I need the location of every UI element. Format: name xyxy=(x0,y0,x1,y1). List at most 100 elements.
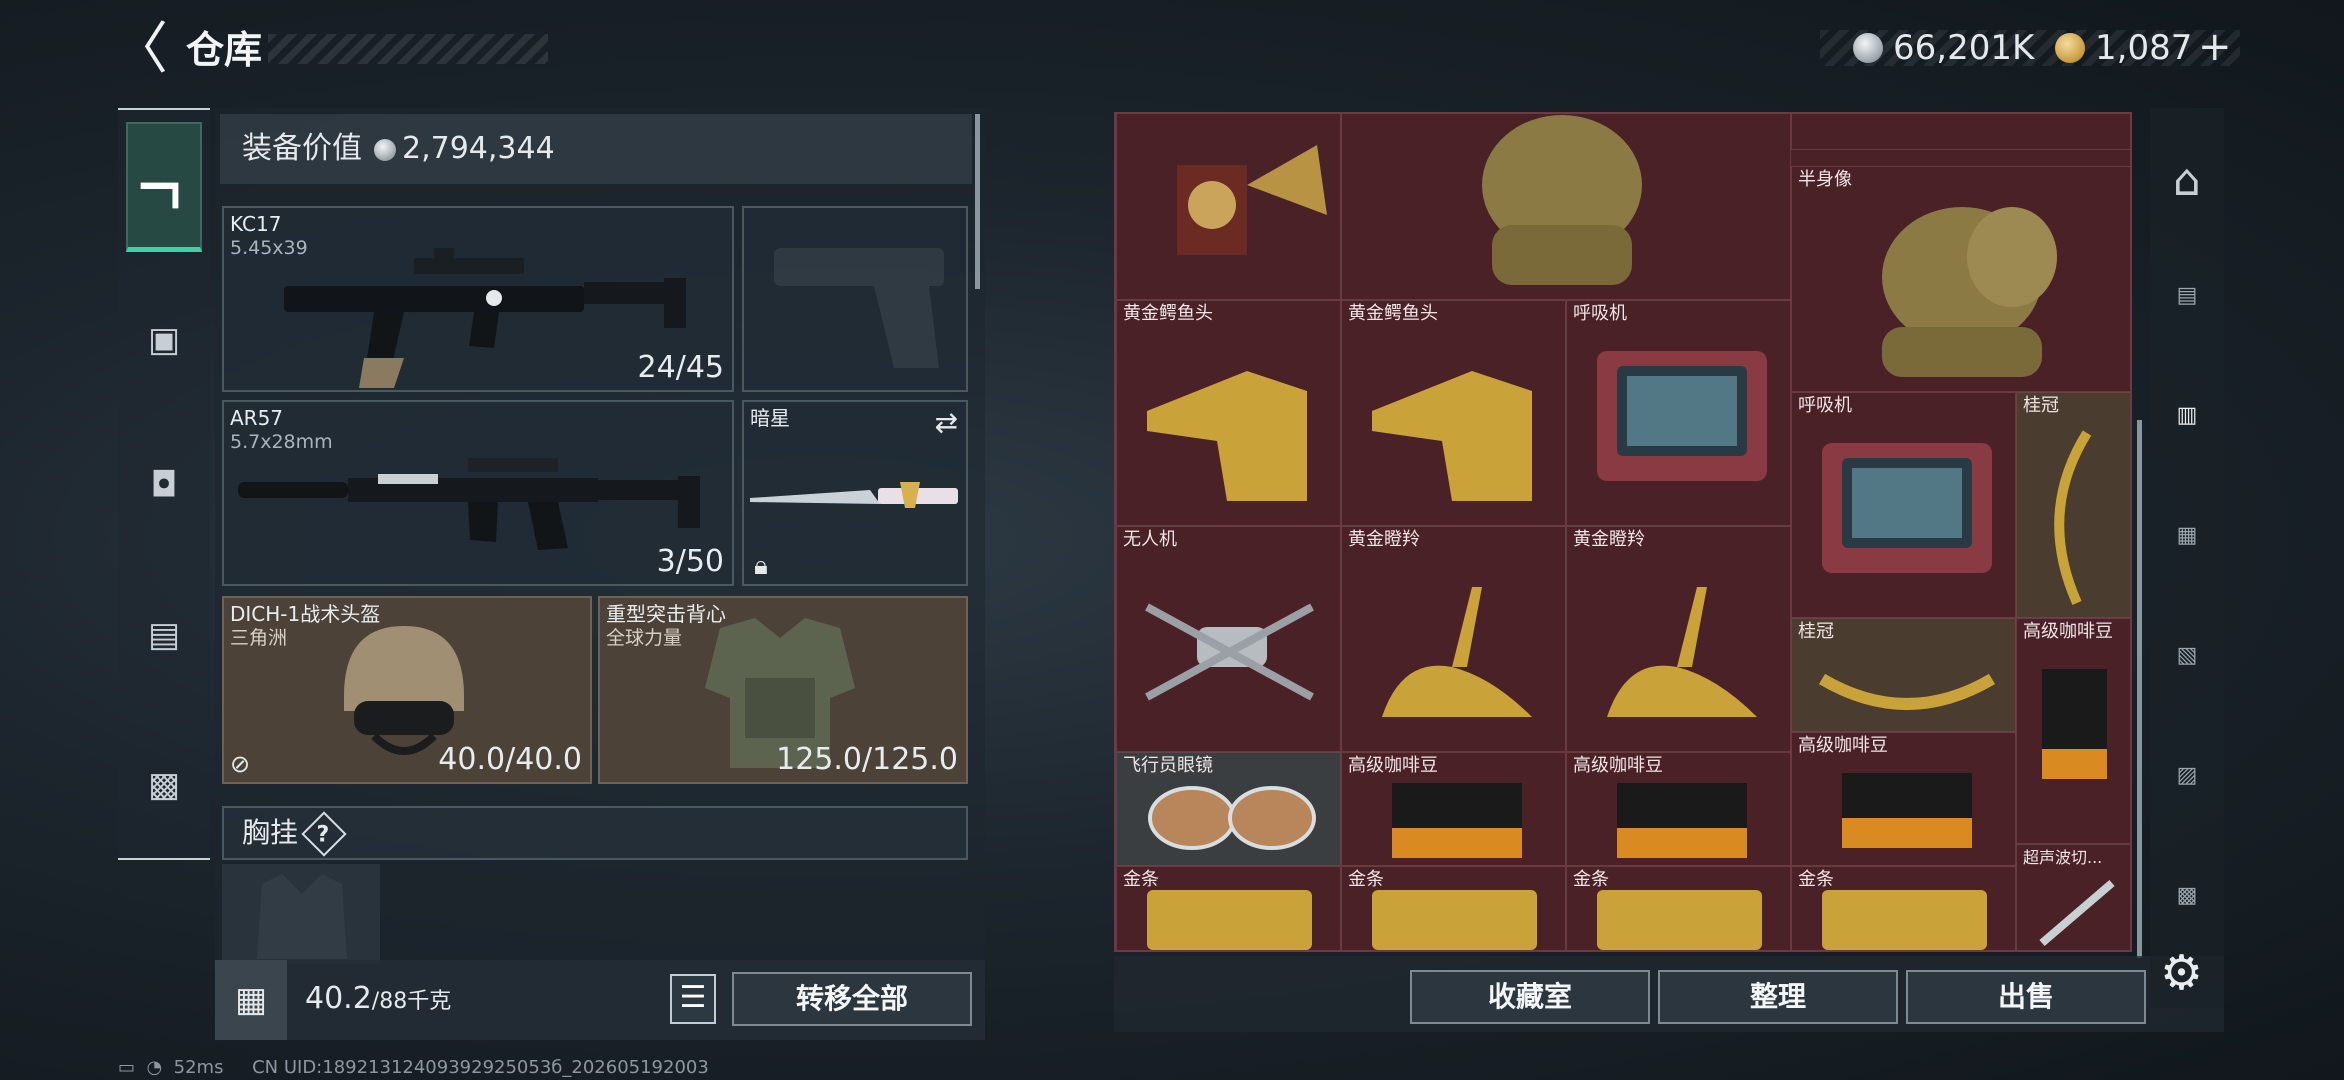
stash-item-gold-bar[interactable]: 金条 xyxy=(1341,866,1566,950)
laurel-icon xyxy=(2054,430,2092,606)
item-name: 高级咖啡豆 xyxy=(2023,621,2113,642)
item-name: 呼吸机 xyxy=(1573,303,1627,324)
ventilator-icon xyxy=(1822,443,1992,573)
stash-item-ventilator[interactable]: 呼吸机 xyxy=(1566,300,1791,526)
settings-gear-icon[interactable]: ⚙ xyxy=(2160,945,2203,1001)
weight-readout: 40.2/88千克 xyxy=(305,976,451,1025)
primary-weapon-slot[interactable]: KC17 5.45x39 24/45 xyxy=(222,206,734,392)
stash-tab-6[interactable]: ▩ xyxy=(2152,860,2222,930)
page-title: 仓库 xyxy=(186,28,263,72)
gold-bar-icon xyxy=(1147,890,1312,950)
stash-item-gold-croc-head[interactable]: 黄金鳄鱼头 xyxy=(1116,300,1341,526)
stash-scrollbar[interactable] xyxy=(2137,420,2142,958)
backpack-icon: ▣ xyxy=(147,320,181,360)
stash-grid[interactable]: 半身像 黄金鳄鱼头 黄金鳄鱼头 呼吸机 呼吸机 桂冠 无人机 黄金瞪羚 黄金瞪羚… xyxy=(1114,112,2132,952)
chest-rig-slot[interactable] xyxy=(222,864,380,964)
coffee-bag-icon xyxy=(1617,783,1747,858)
stash-item-coffee[interactable]: 高级咖啡豆 xyxy=(1791,732,2016,866)
nav-vest-tab[interactable]: ▤ xyxy=(126,570,202,700)
loadout-scrollbar[interactable] xyxy=(975,114,980,289)
nav-backpack-tab[interactable]: ▣ xyxy=(126,275,202,405)
gold-gazelle-icon xyxy=(1607,587,1757,717)
melee-name: 暗星 xyxy=(750,406,790,430)
stash-item-ventilator[interactable]: 呼吸机 xyxy=(1791,392,2016,618)
gold-bar-icon xyxy=(1822,890,1987,950)
armor-durability: 125.0/125.0 xyxy=(776,742,958,777)
stash-tab-all[interactable]: ⌂ xyxy=(2152,145,2222,215)
add-currency-button[interactable]: + xyxy=(2198,22,2232,72)
stash-tab-3[interactable]: ▦ xyxy=(2152,500,2222,570)
nav-pack-tab[interactable]: ◘ xyxy=(126,420,202,550)
stash-item-laurel-vertical[interactable]: 桂冠 xyxy=(2016,392,2130,618)
stash-item-bust-large[interactable] xyxy=(1341,114,1791,300)
swap-icon[interactable]: ⇄ xyxy=(935,406,958,439)
stash-page-icon: ▤ xyxy=(2176,282,2198,308)
stash-item-partial[interactable] xyxy=(1791,114,2130,150)
secondary-weapon-slot[interactable]: AR57 5.7x28mm 3/50 xyxy=(222,400,734,586)
nav-case-tab[interactable]: ▩ xyxy=(126,720,202,850)
sort-button[interactable]: 整理 xyxy=(1658,970,1898,1024)
stash-tab-2[interactable]: ▥ xyxy=(2152,380,2222,450)
stash-item-gold-bar[interactable]: 金条 xyxy=(1116,866,1341,950)
secondary-ammo-count: 3/50 xyxy=(656,544,724,579)
left-category-nav: ━┓ ▣ ◘ ▤ ▩ xyxy=(118,108,210,860)
coffee-bag-icon xyxy=(2042,669,2107,779)
pistol-silhouette-icon xyxy=(774,248,944,368)
title-decoration xyxy=(268,34,548,64)
secondary-weapon-name: AR57 xyxy=(230,406,284,430)
sell-button[interactable]: 出售 xyxy=(1906,970,2146,1024)
stash-item-gold-bar[interactable]: 金条 xyxy=(1566,866,1791,950)
stash-item-ultrasonic-cutter[interactable]: 超声波切... xyxy=(2016,844,2130,950)
stash-item-aviator-glasses[interactable]: 飞行员眼镜 xyxy=(1116,752,1341,866)
smg-icon xyxy=(238,458,700,550)
gold-bar-icon xyxy=(1372,890,1537,950)
help-icon[interactable]: ? xyxy=(301,811,347,857)
stash-item-gramophone[interactable] xyxy=(1116,114,1341,300)
stash-tab-1[interactable]: ▤ xyxy=(2152,260,2222,330)
gold-coin-icon xyxy=(2055,33,2085,63)
stash-item-coffee[interactable]: 高级咖啡豆 xyxy=(1341,752,1566,866)
armor-source: 全球力量 xyxy=(606,627,683,649)
pistol-slot[interactable] xyxy=(742,206,968,392)
stash-item-gold-bar[interactable]: 金条 xyxy=(1791,866,2016,950)
item-name: 超声波切... xyxy=(2023,848,2103,867)
gramophone-icon xyxy=(1177,145,1327,255)
stash-page-icon: ▥ xyxy=(2176,402,2198,428)
stash-item-coffee-vertical[interactable]: 高级咖啡豆 xyxy=(2016,618,2130,844)
item-name: 高级咖啡豆 xyxy=(1798,735,1888,756)
stash-item-laurel[interactable]: 桂冠 xyxy=(1791,618,2016,732)
list-view-button[interactable]: ☰ xyxy=(670,974,716,1024)
back-icon[interactable]: 〈 xyxy=(112,20,168,80)
lock-icon: 🔒︎ xyxy=(754,551,768,581)
no-repair-icon: ⊘ xyxy=(230,750,251,778)
transfer-all-button[interactable]: 转移全部 xyxy=(732,972,972,1026)
bust-icon xyxy=(1882,207,2057,377)
stash-item-gold-gazelle[interactable]: 黄金瞪羚 xyxy=(1566,526,1791,752)
vest-icon: ▤ xyxy=(147,615,181,655)
stash-tab-4[interactable]: ▧ xyxy=(2152,620,2222,690)
stash-item-drone[interactable]: 无人机 xyxy=(1116,526,1341,752)
stash-item-bust[interactable]: 半身像 xyxy=(1791,166,2130,392)
helmet-slot[interactable]: DICH-1战术头盔 三角洲 ⊘ 40.0/40.0 xyxy=(222,596,592,784)
item-name: 黄金鳄鱼头 xyxy=(1123,303,1213,324)
laurel-icon xyxy=(1818,673,1996,710)
stash-page-icon: ▦ xyxy=(2176,522,2198,548)
user-id: CN UID:18921312409392925053б_20260519200… xyxy=(252,1057,709,1078)
weight-current: 40.2 xyxy=(305,981,372,1016)
stash-page-icon: ▧ xyxy=(2176,642,2198,668)
item-name: 桂冠 xyxy=(2023,395,2059,416)
weight-lock-icon[interactable]: ▦ xyxy=(215,960,287,1040)
aviator-glasses-icon xyxy=(1148,786,1316,850)
stash-item-coffee[interactable]: 高级咖啡豆 xyxy=(1566,752,1791,866)
coffee-bag-icon xyxy=(1392,783,1522,858)
nav-weapons-tab[interactable]: ━┓ xyxy=(126,122,202,252)
stash-item-gold-gazelle[interactable]: 黄金瞪羚 xyxy=(1341,526,1566,752)
item-name: 黄金鳄鱼头 xyxy=(1348,303,1438,324)
battery-icon: ▭ xyxy=(118,1057,136,1078)
stash-tab-5[interactable]: ▨ xyxy=(2152,740,2222,810)
armor-slot[interactable]: 重型突击背心 全球力量 125.0/125.0 xyxy=(598,596,968,784)
melee-slot[interactable]: 暗星 ⇄ 🔒︎ xyxy=(742,400,968,586)
ventilator-icon xyxy=(1597,351,1767,481)
collection-room-button[interactable]: 收藏室 xyxy=(1410,970,1650,1024)
stash-item-gold-croc-head[interactable]: 黄金鳄鱼头 xyxy=(1341,300,1566,526)
